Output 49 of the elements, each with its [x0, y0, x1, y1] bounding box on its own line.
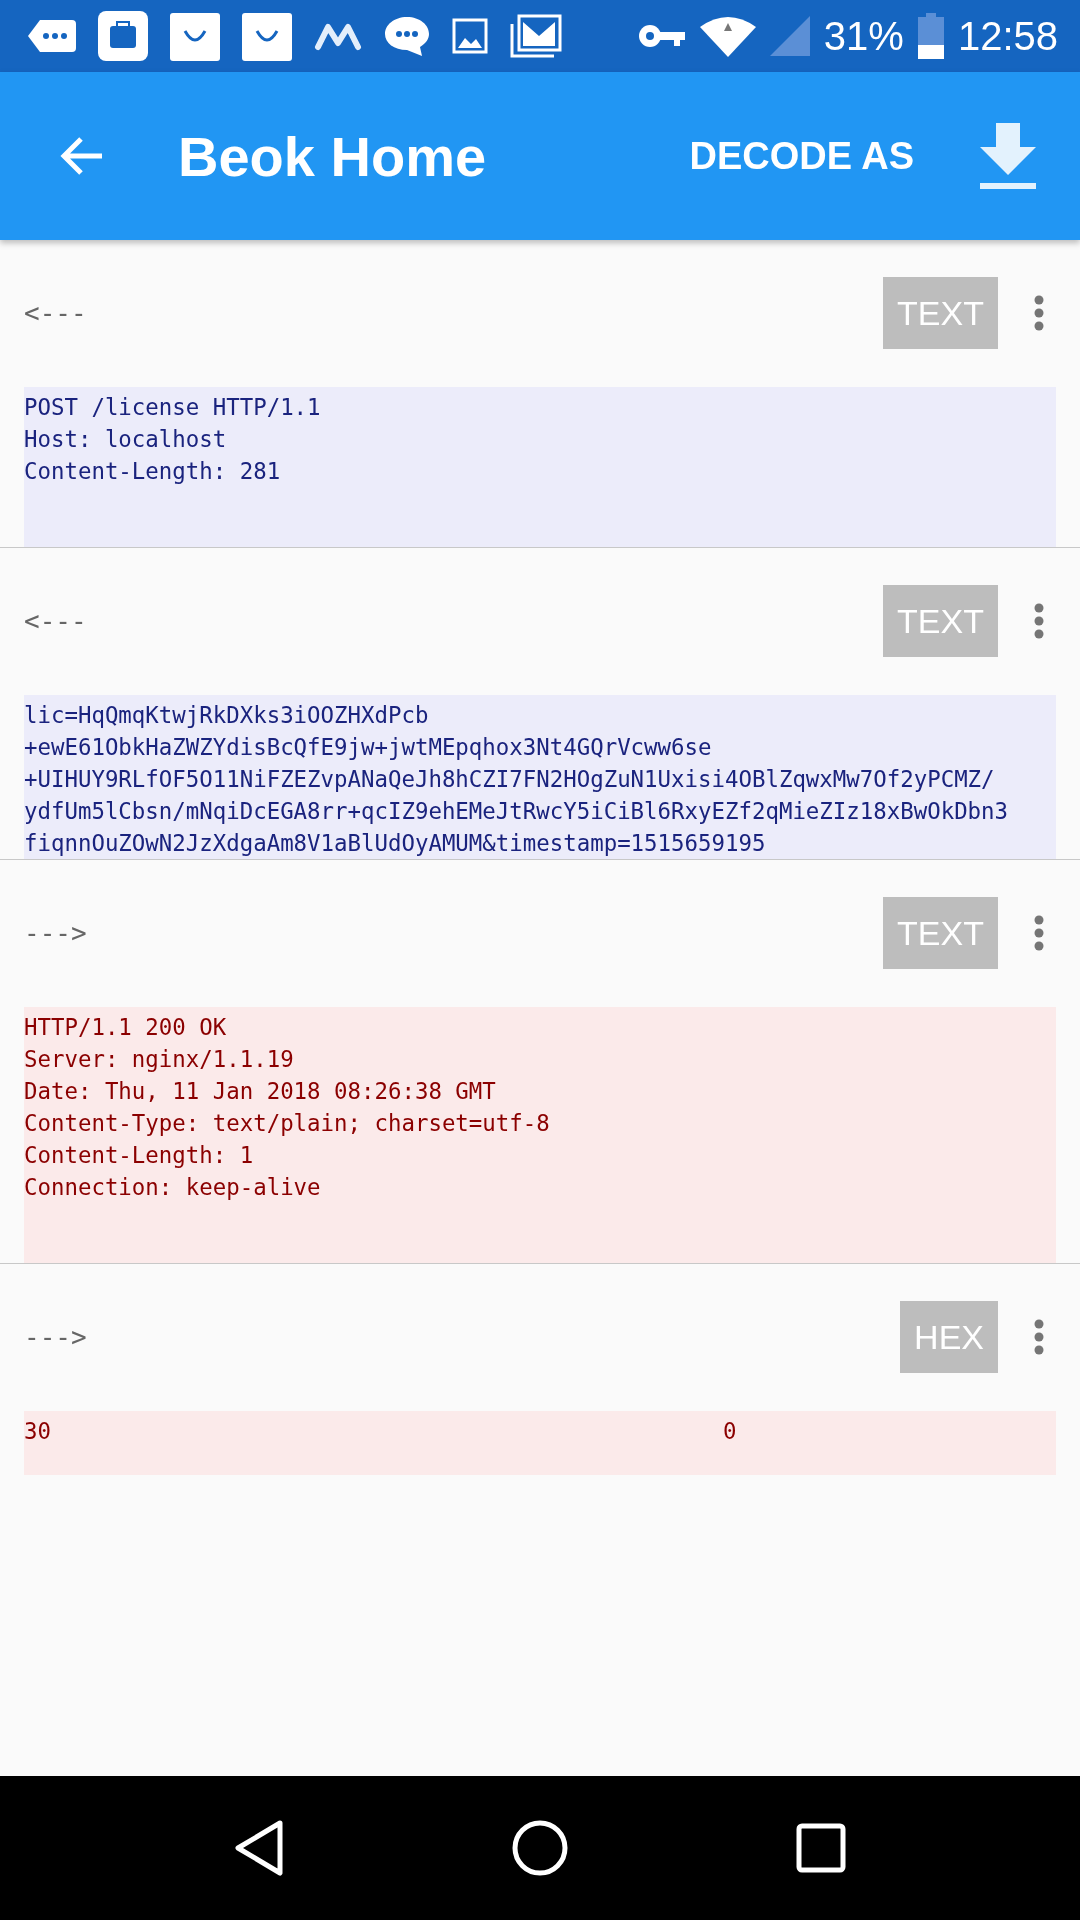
ascii-text: 0: [723, 1417, 737, 1446]
message-line: Content-Length: 1: [24, 1141, 255, 1170]
message-line: ydfUm5lCbsn/mNqiDcEGA8rr+qcIZ9ehEMeJtRwcY5iCiBl6RxyEZf2qMieZIz18xBwOkDbn3: [24, 797, 1010, 826]
direction-label: <---: [24, 606, 88, 636]
message-line: Content-Length: 281: [24, 457, 282, 486]
format-button[interactable]: TEXT: [883, 277, 998, 349]
app-title: Beok Home: [178, 123, 488, 189]
shopping-bag-icon: [242, 11, 292, 61]
tag-icon: [28, 18, 76, 54]
image-icon: [452, 18, 488, 54]
back-nav-icon[interactable]: [234, 1820, 284, 1876]
message-line: Content-Type: text/plain; charset=utf-8: [24, 1109, 551, 1138]
hex-bytes: 30: [24, 1417, 52, 1446]
home-nav-icon[interactable]: [512, 1820, 568, 1876]
briefcase-icon: [98, 11, 148, 61]
message-line: +UIHUY9RLfOF5O11NiFZEZvpANaQeJh8hCZI7FN2HOgZuN1Uxisi4OBlZqwxMw7Of2yPCMZ/: [24, 765, 996, 794]
wifi-icon: [699, 15, 756, 57]
signal-icon: [769, 16, 810, 56]
download-icon[interactable]: [978, 121, 1038, 191]
message-line: +ewE61ObkHaZWZYdisBcQfE9jw+jwtMEpqhox3Nt4GQrVcww6se: [24, 733, 713, 762]
key-icon: [637, 22, 686, 50]
message-line: Connection: keep-alive: [24, 1173, 322, 1202]
message-line: HTTP/1.1 200 OK: [24, 1013, 228, 1042]
message-line: Host: localhost: [24, 425, 228, 454]
message-line: fiqnnOuZOwN2JzXdgaAm8V1aBlUdOyAMUM&timestamp=1515659195: [24, 829, 767, 858]
message-line: Server: nginx/1.1.19: [24, 1045, 295, 1074]
m-logo-icon: [314, 21, 362, 51]
shopping-bag-icon: [170, 11, 220, 61]
recents-nav-icon[interactable]: [796, 1823, 846, 1873]
more-options-icon[interactable]: [1034, 915, 1044, 951]
direction-label: <---: [24, 298, 88, 328]
format-button[interactable]: TEXT: [883, 897, 998, 969]
back-arrow-icon[interactable]: [60, 136, 104, 176]
message-line: POST /license HTTP/1.1: [24, 393, 322, 422]
message-line: lic=HqQmqKtwjRkDXks3iOOZHXdPcb: [24, 701, 430, 730]
more-options-icon[interactable]: [1034, 1319, 1044, 1355]
mail-stack-icon: [510, 14, 562, 58]
decode-as-button[interactable]: DECODE AS: [685, 124, 918, 188]
format-button[interactable]: HEX: [900, 1301, 998, 1373]
chat-bubble-icon: [384, 15, 430, 57]
more-options-icon[interactable]: [1034, 295, 1044, 331]
battery-icon: [917, 13, 944, 59]
direction-label: --->: [24, 918, 88, 948]
format-button[interactable]: TEXT: [883, 585, 998, 657]
direction-label: --->: [24, 1322, 88, 1352]
battery-percent: 31%: [823, 13, 904, 59]
clock-time: 12:58: [957, 13, 1058, 59]
more-options-icon[interactable]: [1034, 603, 1044, 639]
message-line: Date: Thu, 11 Jan 2018 08:26:38 GMT: [24, 1077, 497, 1106]
